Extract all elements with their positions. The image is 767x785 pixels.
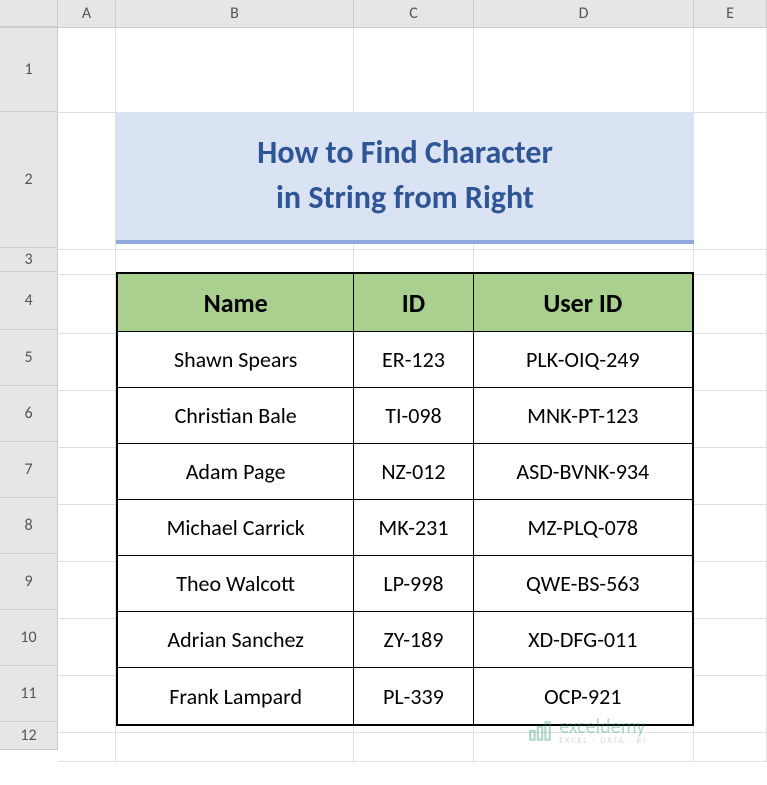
row-header-11[interactable]: 11: [0, 666, 58, 722]
cell-E4[interactable]: [694, 275, 767, 333]
watermark-logo: exceldemy EXCEL · DATA · BI: [527, 717, 647, 745]
row-header-7[interactable]: 7: [0, 442, 58, 498]
cell-A12[interactable]: [58, 733, 116, 761]
cell-name[interactable]: Adrian Sanchez: [118, 612, 354, 668]
cell-D3[interactable]: [474, 250, 694, 274]
cell-name[interactable]: Shawn Spears: [118, 332, 354, 388]
table-row: Michael Carrick MK-231 MZ-PLQ-078: [118, 500, 692, 556]
cell-B3[interactable]: [116, 250, 354, 274]
row-header-8[interactable]: 8: [0, 498, 58, 554]
table-row: Adrian Sanchez ZY-189 XD-DFG-011: [118, 612, 692, 668]
cell-E9[interactable]: [694, 562, 767, 618]
watermark-sub: EXCEL · DATA · BI: [559, 737, 647, 745]
header-name[interactable]: Name: [118, 274, 354, 332]
row-header-3[interactable]: 3: [0, 248, 58, 272]
row-header-6[interactable]: 6: [0, 386, 58, 442]
column-headers-row: A B C D E: [0, 0, 767, 28]
cell-id[interactable]: NZ-012: [354, 444, 473, 500]
table-header-row: Name ID User ID: [118, 274, 692, 332]
cell-E7[interactable]: [694, 448, 767, 504]
cell-A1[interactable]: [58, 28, 116, 112]
cell-name[interactable]: Theo Walcott: [118, 556, 354, 612]
column-header-C[interactable]: C: [354, 0, 474, 27]
cell-name[interactable]: Frank Lampard: [118, 668, 354, 724]
cell-A3[interactable]: [58, 250, 116, 274]
cell-id[interactable]: ZY-189: [354, 612, 473, 668]
cell-A8[interactable]: [58, 505, 116, 561]
cell-E12[interactable]: [694, 733, 767, 761]
table-row: Adam Page NZ-012 ASD-BVNK-934: [118, 444, 692, 500]
cell-id[interactable]: MK-231: [354, 500, 473, 556]
table-row: Theo Walcott LP-998 QWE-BS-563: [118, 556, 692, 612]
cell-C1[interactable]: [354, 28, 474, 112]
cell-name[interactable]: Adam Page: [118, 444, 354, 500]
chart-icon: [527, 718, 553, 744]
cell-name[interactable]: Michael Carrick: [118, 500, 354, 556]
watermark-text: exceldemy EXCEL · DATA · BI: [559, 717, 647, 745]
column-header-D[interactable]: D: [474, 0, 694, 27]
spreadsheet-grid: A B C D E 1 2 3 4 5 6 7 8 9 10 11 12 How: [0, 0, 767, 785]
title-text: How to Find Character in String from Rig…: [257, 131, 553, 221]
cell-id[interactable]: ER-123: [354, 332, 473, 388]
title-line-1: How to Find Character: [257, 131, 553, 176]
grid-cells-area: How to Find Character in String from Rig…: [58, 28, 767, 785]
title-merged-cell[interactable]: How to Find Character in String from Rig…: [116, 112, 694, 244]
cell-E10[interactable]: [694, 619, 767, 675]
cell-id[interactable]: LP-998: [354, 556, 473, 612]
cell-userid[interactable]: MNK-PT-123: [474, 388, 692, 444]
select-all-corner[interactable]: [0, 0, 58, 27]
cell-A9[interactable]: [58, 562, 116, 618]
cell-E11[interactable]: [694, 676, 767, 732]
cell-A10[interactable]: [58, 619, 116, 675]
cell-E5[interactable]: [694, 334, 767, 390]
row-header-4[interactable]: 4: [0, 272, 58, 330]
cell-E6[interactable]: [694, 391, 767, 447]
row-header-12[interactable]: 12: [0, 722, 58, 750]
cell-id[interactable]: PL-339: [354, 668, 473, 724]
cell-A5[interactable]: [58, 334, 116, 390]
table-row: Shawn Spears ER-123 PLK-OIQ-249: [118, 332, 692, 388]
cell-A4[interactable]: [58, 275, 116, 333]
cell-A6[interactable]: [58, 391, 116, 447]
cell-E3[interactable]: [694, 250, 767, 274]
data-table: Name ID User ID Shawn Spears ER-123 PLK-…: [116, 272, 694, 726]
cell-B12[interactable]: [116, 733, 354, 761]
column-header-A[interactable]: A: [58, 0, 116, 27]
title-line-2: in String from Right: [257, 176, 553, 221]
row-header-2[interactable]: 2: [0, 112, 58, 248]
cell-E8[interactable]: [694, 505, 767, 561]
cell-id[interactable]: TI-098: [354, 388, 473, 444]
row-header-1[interactable]: 1: [0, 28, 58, 112]
cell-A11[interactable]: [58, 676, 116, 732]
column-header-B[interactable]: B: [116, 0, 354, 27]
cell-name[interactable]: Christian Bale: [118, 388, 354, 444]
cell-C3[interactable]: [354, 250, 474, 274]
cell-E2[interactable]: [694, 113, 767, 249]
row-header-5[interactable]: 5: [0, 330, 58, 386]
watermark-main: exceldemy: [559, 717, 647, 737]
cell-userid[interactable]: MZ-PLQ-078: [474, 500, 692, 556]
cell-A7[interactable]: [58, 448, 116, 504]
row-headers-column: 1 2 3 4 5 6 7 8 9 10 11 12: [0, 28, 58, 750]
header-id[interactable]: ID: [354, 274, 473, 332]
row-header-10[interactable]: 10: [0, 610, 58, 666]
cell-C12[interactable]: [354, 733, 474, 761]
cell-userid[interactable]: QWE-BS-563: [474, 556, 692, 612]
cell-B1[interactable]: [116, 28, 354, 112]
cell-userid[interactable]: XD-DFG-011: [474, 612, 692, 668]
cell-D1[interactable]: [474, 28, 694, 112]
header-userid[interactable]: User ID: [474, 274, 692, 332]
cell-userid[interactable]: PLK-OIQ-249: [474, 332, 692, 388]
cell-E1[interactable]: [694, 28, 767, 112]
cell-userid[interactable]: ASD-BVNK-934: [474, 444, 692, 500]
row-header-9[interactable]: 9: [0, 554, 58, 610]
cell-A2[interactable]: [58, 113, 116, 249]
table-row: Christian Bale TI-098 MNK-PT-123: [118, 388, 692, 444]
column-header-E[interactable]: E: [694, 0, 767, 27]
